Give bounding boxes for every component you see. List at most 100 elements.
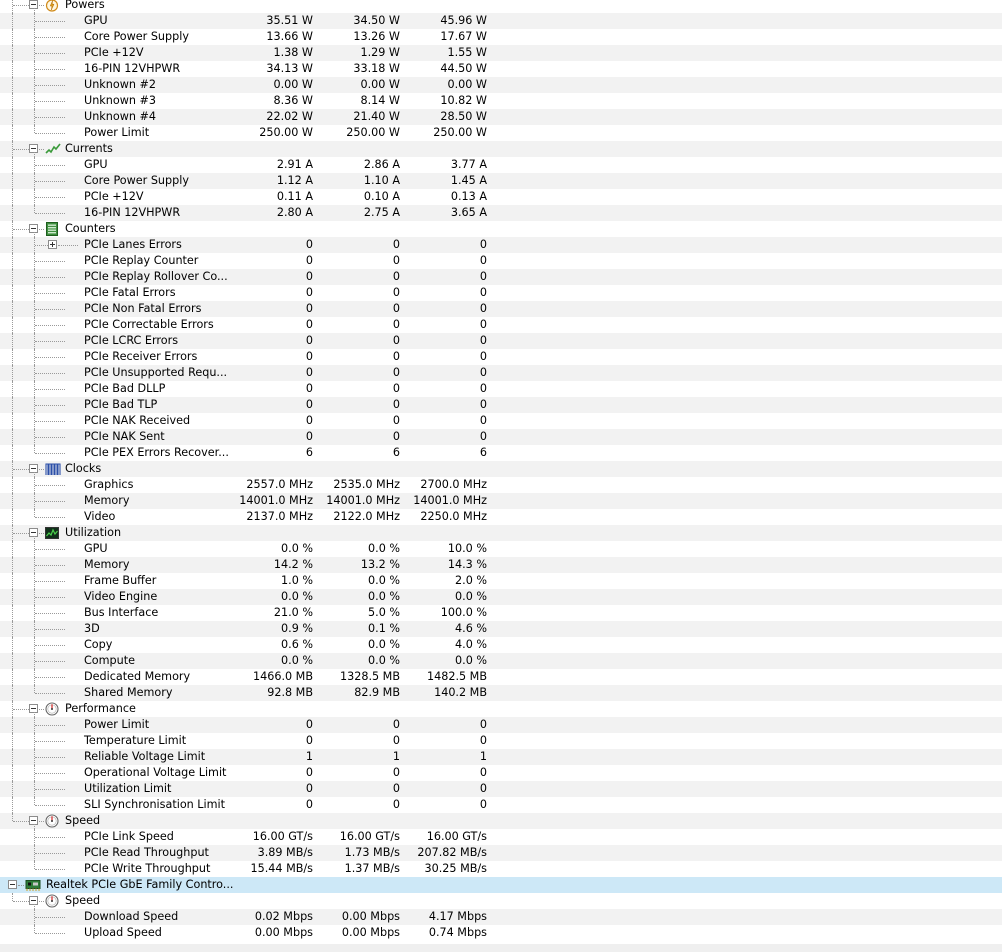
sensor-row[interactable]: PCIe Replay Rollover Co... 0 0 0 [0, 269, 1002, 285]
maximum-value: 0.13 A [450, 190, 487, 203]
sensor-row[interactable]: Core Power Supply 1.12 A 1.10 A 1.45 A [0, 173, 1002, 189]
maximum-value: 0 [479, 782, 487, 795]
sensor-row[interactable]: 3D 0.9 % 0.1 % 4.6 % [0, 621, 1002, 637]
sensor-row[interactable]: PCIe Receiver Errors 0 0 0 [0, 349, 1002, 365]
sensor-row[interactable]: PCIe NAK Received 0 0 0 [0, 413, 1002, 429]
maximum-value: 16.00 GT/s [426, 830, 487, 843]
sensor-row[interactable]: SLI Synchronisation Limit 0 0 0 [0, 797, 1002, 813]
sensor-row[interactable]: Shared Memory 92.8 MB 82.9 MB 140.2 MB [0, 685, 1002, 701]
sensor-row[interactable]: PCIe Link Speed 16.00 GT/s 16.00 GT/s 16.00… [0, 829, 1002, 845]
sensor-row[interactable]: PCIe PEX Errors Recover... 6 6 6 [0, 445, 1002, 461]
sensor-row[interactable]: Unknown #4 22.02 W 21.40 W 28.50 W [0, 109, 1002, 125]
tree-connector-line [12, 813, 13, 821]
sensor-row[interactable]: GPU 35.51 W 34.50 W 45.96 W [0, 13, 1002, 29]
sensor-row[interactable]: PCIe Correctable Errors 0 0 0 [0, 317, 1002, 333]
sensor-row[interactable]: PCIe Read Throughput 3.89 MB/s 1.73 MB/s 20… [0, 845, 1002, 861]
sensor-row[interactable]: PCIe Bad TLP 0 0 0 [0, 397, 1002, 413]
sensor-row[interactable]: Unknown #3 8.36 W 8.14 W 10.82 W [0, 93, 1002, 109]
tree-connector-line [35, 581, 65, 582]
maximum-value: 0 [479, 318, 487, 331]
tree-connector-line [35, 693, 65, 694]
maximum-value: 4.0 % [455, 638, 487, 651]
sensor-row[interactable]: Core Power Supply 13.66 W 13.26 W 17.67 W [0, 29, 1002, 45]
sensor-label: PCIe Bad TLP [84, 398, 158, 411]
group-row[interactable]: Powers [0, 0, 1002, 13]
tree-connector-line [12, 317, 13, 333]
sensor-row[interactable]: Reliable Voltage Limit 1 1 1 [0, 749, 1002, 765]
sensor-row[interactable]: 16-PIN 12VHPWR 2.80 A 2.75 A 3.65 A [0, 205, 1002, 221]
sensor-row[interactable]: PCIe +12V 0.11 A 0.10 A 0.13 A [0, 189, 1002, 205]
sensor-row[interactable]: Power Limit 250.00 W 250.00 W 250.00 W [0, 125, 1002, 141]
group-row[interactable]: Counters [0, 221, 1002, 237]
sensor-row[interactable]: Upload Speed 0.00 Mbps 0.00 Mbps 0.74 Mbps [0, 925, 1002, 941]
sensor-row[interactable]: PCIe Fatal Errors 0 0 0 [0, 285, 1002, 301]
group-row[interactable]: Currents [0, 141, 1002, 157]
tree-connector-line [35, 261, 65, 262]
sensor-row[interactable]: Power Limit 0 0 0 [0, 717, 1002, 733]
group-row[interactable]: Speed [0, 813, 1002, 829]
maximum-value: 44.50 W [440, 62, 487, 75]
current-value: 0.0 % [281, 542, 313, 555]
sensor-row[interactable]: GPU 0.0 % 0.0 % 10.0 % [0, 541, 1002, 557]
sensor-row[interactable]: PCIe Non Fatal Errors 0 0 0 [0, 301, 1002, 317]
current-value: 250.00 W [259, 126, 313, 139]
tree-connector-line [12, 29, 13, 45]
sensor-row[interactable]: PCIe LCRC Errors 0 0 0 [0, 333, 1002, 349]
sensor-label: Unknown #3 [84, 94, 156, 107]
sensor-row[interactable]: Temperature Limit 0 0 0 [0, 733, 1002, 749]
gauge-icon [45, 894, 59, 908]
sensor-row[interactable]: Copy 0.6 % 0.0 % 4.0 % [0, 637, 1002, 653]
group-row[interactable]: Performance [0, 701, 1002, 717]
sensor-row[interactable]: Operational Voltage Limit 0 0 0 [0, 765, 1002, 781]
sensor-row[interactable]: Memory 14001.0 MHz 14001.0 MHz 14001.0 MHz [0, 493, 1002, 509]
sensor-row[interactable]: GPU 2.91 A 2.86 A 3.77 A [0, 157, 1002, 173]
sensor-row[interactable]: Frame Buffer 1.0 % 0.0 % 2.0 % [0, 573, 1002, 589]
sensor-row[interactable]: PCIe Replay Counter 0 0 0 [0, 253, 1002, 269]
minimum-value: 82.9 MB [354, 686, 400, 699]
sensor-row[interactable]: Dedicated Memory 1466.0 MB 1328.5 MB 1482.5… [0, 669, 1002, 685]
sensor-row[interactable]: PCIe Lanes Errors 0 0 0 [0, 237, 1002, 253]
sensor-row[interactable]: Bus Interface 21.0 % 5.0 % 100.0 % [0, 605, 1002, 621]
maximum-value: 0 [479, 398, 487, 411]
sensor-row[interactable]: Download Speed 0.02 Mbps 0.00 Mbps 4.17 Mbp… [0, 909, 1002, 925]
group-row[interactable]: Utilization [0, 525, 1002, 541]
sensor-label: Reliable Voltage Limit [84, 750, 206, 763]
tree-connector-line [35, 437, 65, 438]
sensor-row[interactable]: Video Engine 0.0 % 0.0 % 0.0 % [0, 589, 1002, 605]
expand-toggle[interactable] [48, 240, 57, 249]
gauge-icon [45, 702, 59, 716]
sensor-label: PCIe Fatal Errors [84, 286, 176, 299]
minimum-value: 1.73 MB/s [344, 846, 400, 859]
sensor-tree[interactable]: Powers GPU 35.51 W 34.50 W 45.96 W Core Power… [0, 0, 1002, 941]
sensor-label: PCIe Lanes Errors [84, 238, 182, 251]
sensor-row[interactable]: Graphics 2557.0 MHz 2535.0 MHz 2700.0 MHz [0, 477, 1002, 493]
device-row[interactable]: Realtek PCIe GbE Family Contro... [0, 877, 1002, 893]
sensor-row[interactable]: Utilization Limit 0 0 0 [0, 781, 1002, 797]
sensor-row[interactable]: PCIe Write Throughput 15.44 MB/s 1.37 MB/s… [0, 861, 1002, 877]
maximum-value: 0.74 Mbps [428, 926, 487, 939]
collapse-toggle[interactable] [8, 880, 17, 889]
current-value: 1 [305, 750, 313, 763]
minimum-value: 0 [392, 366, 400, 379]
sensor-row[interactable]: Unknown #2 0.00 W 0.00 W 0.00 W [0, 77, 1002, 93]
sensor-row[interactable]: Memory 14.2 % 13.2 % 14.3 % [0, 557, 1002, 573]
tree-connector-line [12, 333, 13, 349]
current-value: 0.9 % [281, 622, 313, 635]
maximum-value: 0 [479, 238, 487, 251]
sensor-row[interactable]: Compute 0.0 % 0.0 % 0.0 % [0, 653, 1002, 669]
sensor-label: Video [84, 510, 116, 523]
minimum-value: 2.86 A [363, 158, 400, 171]
sensor-row[interactable]: PCIe Unsupported Requ... 0 0 0 [0, 365, 1002, 381]
sensor-row[interactable]: PCIe +12V 1.38 W 1.29 W 1.55 W [0, 45, 1002, 61]
maximum-value: 0 [479, 286, 487, 299]
minimum-value: 0 [392, 302, 400, 315]
group-row[interactable]: Speed [0, 893, 1002, 909]
sensor-row[interactable]: 16-PIN 12VHPWR 34.13 W 33.18 W 44.50 W [0, 61, 1002, 77]
sensor-row[interactable]: PCIe Bad DLLP 0 0 0 [0, 381, 1002, 397]
minimum-value: 0.10 A [363, 190, 400, 203]
sensor-row[interactable]: Video 2137.0 MHz 2122.0 MHz 2250.0 MHz [0, 509, 1002, 525]
horizontal-scrollbar[interactable] [0, 944, 1002, 952]
group-row[interactable]: Clocks [0, 461, 1002, 477]
sensor-row[interactable]: PCIe NAK Sent 0 0 0 [0, 429, 1002, 445]
tree-connector-line [12, 477, 13, 493]
